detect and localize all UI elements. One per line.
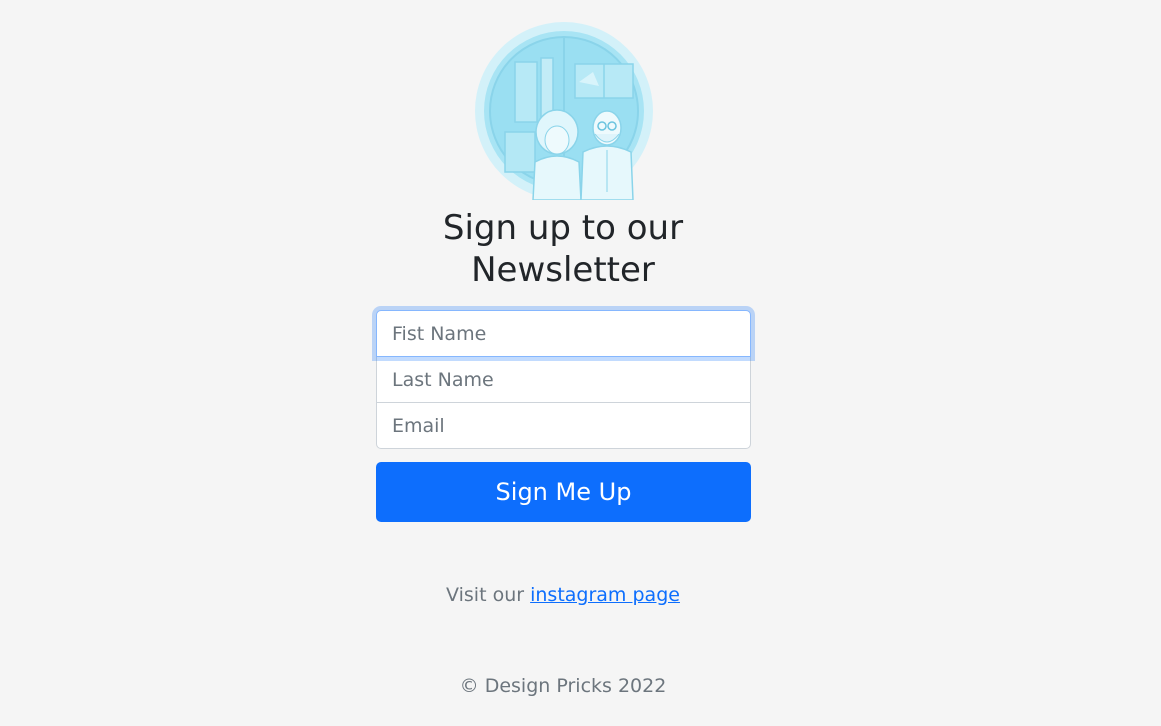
- sign-me-up-button[interactable]: Sign Me Up: [376, 462, 751, 522]
- first-name-input[interactable]: [376, 310, 751, 357]
- title-line-1: Sign up to our: [442, 208, 684, 248]
- instagram-promo: Visit our instagram page: [380, 584, 746, 606]
- copyright-text: © Design Pricks 2022: [459, 675, 667, 697]
- last-name-input[interactable]: [376, 356, 751, 403]
- newsletter-page: Sign up to our Newsletter Sign Me Up Vis…: [0, 0, 1161, 726]
- newsletter-logo-icon: [475, 22, 653, 200]
- visit-prefix: Visit our: [446, 584, 525, 606]
- page-title: Sign up to our Newsletter: [380, 207, 746, 291]
- title-line-2: Newsletter: [471, 250, 655, 290]
- signup-form: [376, 310, 751, 449]
- instagram-link[interactable]: instagram page: [530, 584, 680, 606]
- email-input[interactable]: [376, 402, 751, 449]
